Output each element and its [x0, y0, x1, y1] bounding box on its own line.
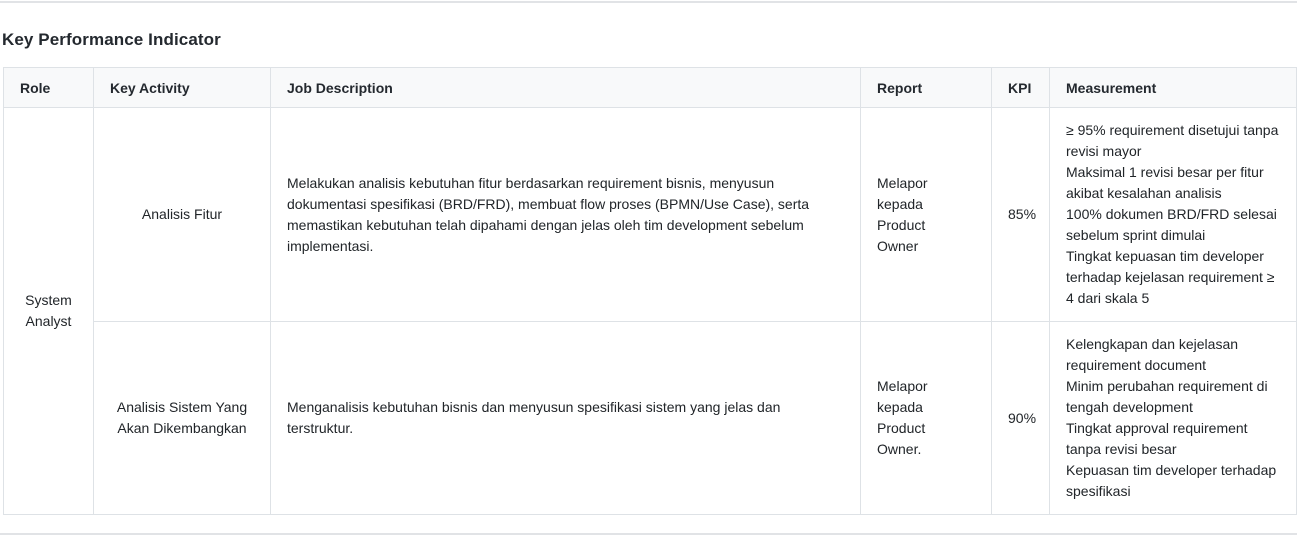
measurement-item: 100% dokumen BRD/FRD selesai sebelum spr… [1066, 206, 1277, 243]
cell-role: System Analyst [3, 107, 94, 515]
column-header-job-description: Job Description [270, 67, 861, 108]
measurement-item: ≥ 95% requirement disetujui tanpa revisi… [1066, 122, 1279, 159]
cell-measurement: Kelengkapan dan kejelasan requirement do… [1049, 321, 1297, 515]
cell-kpi: 90% [991, 321, 1050, 515]
page-title: Key Performance Indicator [2, 30, 221, 49]
measurement-item: Minim perubahan requirement di tengah de… [1066, 378, 1268, 415]
measurement-item: Tingkat approval requirement tanpa revis… [1066, 420, 1248, 457]
kpi-table: Role Key Activity Job Description Report… [3, 67, 1297, 515]
column-header-report: Report [860, 67, 992, 108]
column-header-measurement: Measurement [1049, 67, 1297, 108]
measurement-item: Tingkat kepuasan tim developer terhadap … [1066, 248, 1275, 306]
column-header-key-activity: Key Activity [93, 67, 271, 108]
table-header-row: Role Key Activity Job Description Report… [3, 67, 1297, 108]
cell-key-activity: Analisis Fitur [93, 107, 271, 322]
cell-job-description: Melakukan analisis kebutuhan fitur berda… [270, 107, 861, 322]
measurement-item: Kepuasan tim developer terhadap spesifik… [1066, 462, 1277, 499]
table-row: System Analyst Analisis Fitur Melakukan … [3, 107, 1297, 515]
cell-kpi: 85% [991, 107, 1050, 322]
cell-job-description: Menganalisis kebutuhan bisnis dan menyus… [270, 321, 861, 515]
top-divider [0, 1, 1297, 3]
cell-report: Melapor kepada Product Owner. [860, 321, 992, 515]
measurement-item: Kelengkapan dan kejelasan requirement do… [1066, 336, 1239, 373]
cell-key-activity: Analisis Sistem Yang Akan Dikembangkan [93, 321, 271, 515]
cell-measurement: ≥ 95% requirement disetujui tanpa revisi… [1049, 107, 1297, 322]
table-row: Analisis Sistem Yang Akan Dikembangkan M… [4, 321, 1297, 515]
measurement-item: Maksimal 1 revisi besar per fitur akibat… [1066, 164, 1264, 201]
column-header-kpi: KPI [991, 67, 1050, 108]
column-header-role: Role [3, 67, 94, 108]
cell-report: Melapor kepada Product Owner [860, 107, 992, 322]
